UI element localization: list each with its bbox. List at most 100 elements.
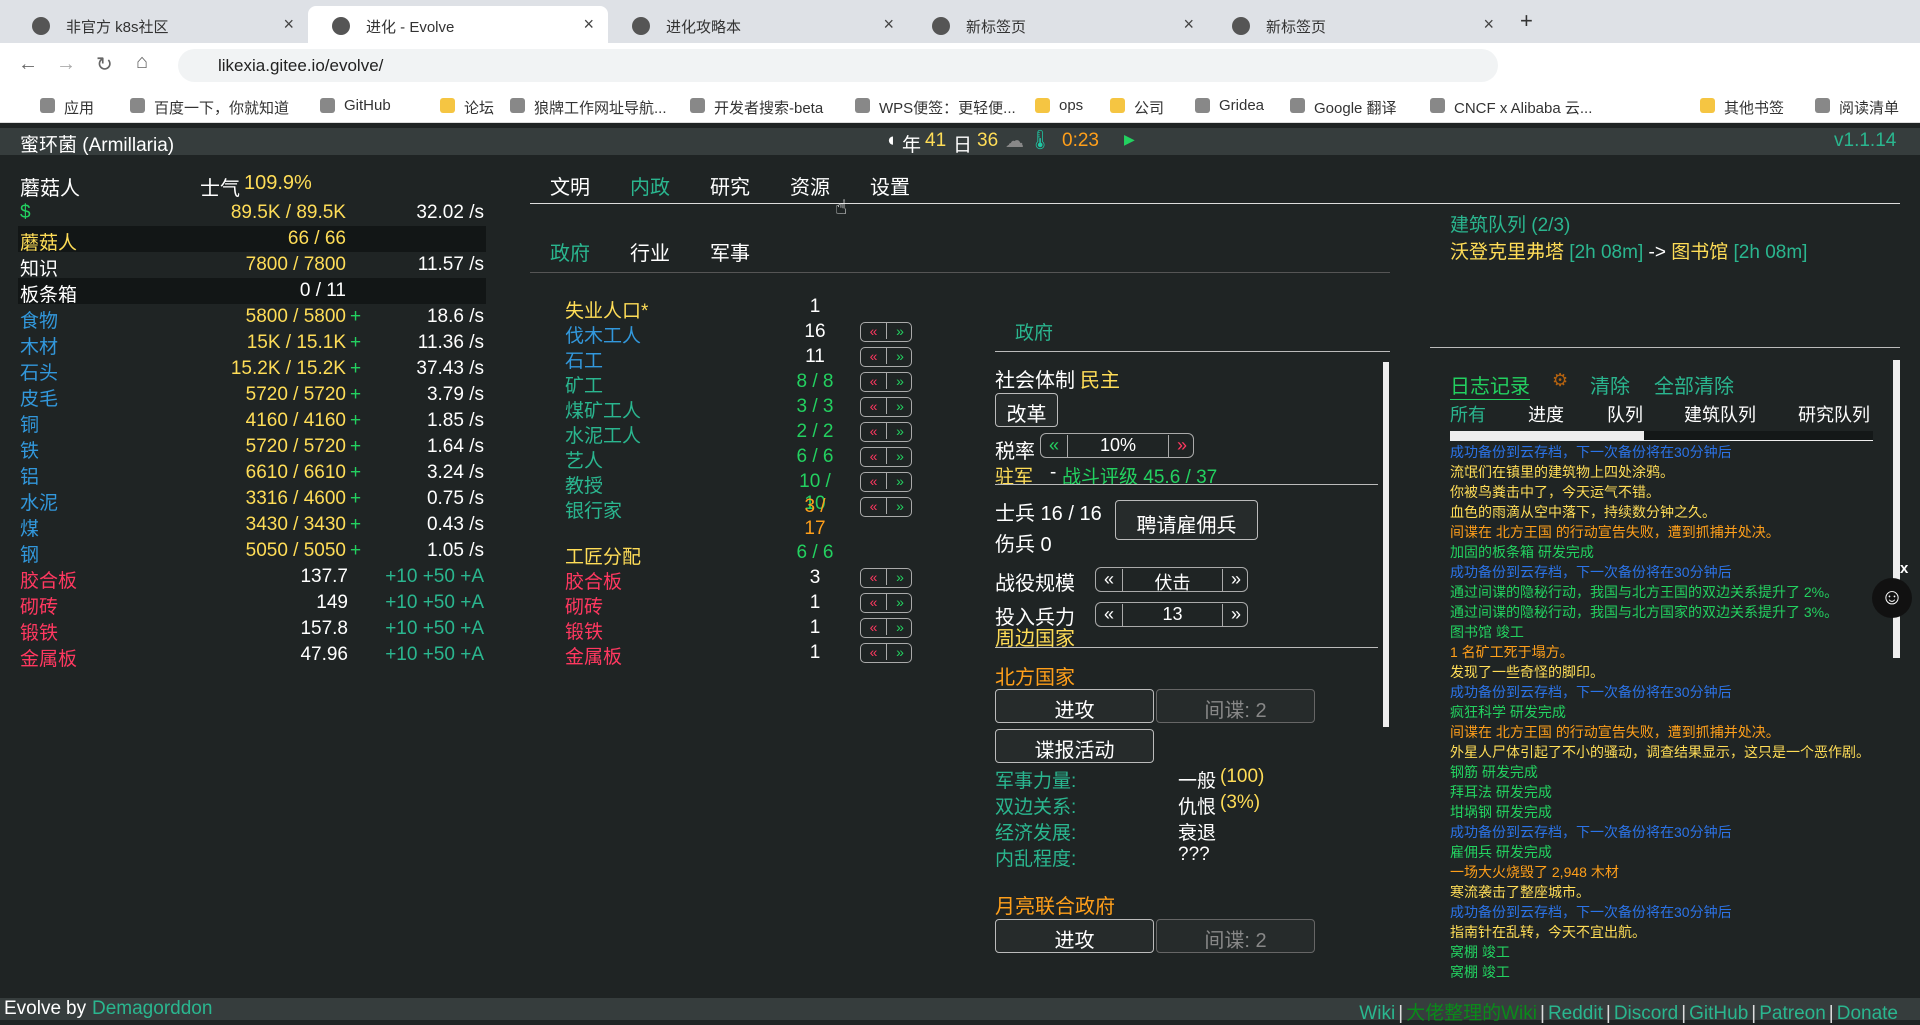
footer-link[interactable]: GitHub (1689, 1003, 1748, 1024)
browser-tab[interactable]: 非官方 k8s社区 × (8, 6, 308, 43)
market-buy-button[interactable]: + (350, 436, 361, 458)
decrease-button[interactable]: « (861, 594, 887, 610)
queue-building[interactable]: 图书馆 (1671, 242, 1728, 263)
back-icon[interactable]: ← (18, 53, 38, 76)
log-tab[interactable]: 建筑队列 (1684, 401, 1756, 427)
bookmark[interactable]: 开发者搜索-beta (714, 97, 823, 118)
market-buy-button[interactable]: + (350, 332, 361, 354)
close-tab-icon[interactable]: × (583, 14, 594, 35)
decrease-button[interactable]: « (861, 398, 887, 414)
reload-icon[interactable]: ↻ (96, 52, 113, 77)
market-buy-button[interactable]: + (350, 384, 361, 406)
increase-button[interactable]: » (887, 423, 913, 439)
footer-link[interactable]: 大佬整理的Wiki (1406, 1003, 1537, 1024)
bookmark[interactable]: CNCF x Alibaba 云... (1454, 97, 1592, 118)
footer-link[interactable]: Wiki (1359, 1003, 1395, 1024)
close-tab-icon[interactable]: × (1183, 14, 1194, 35)
decrease-button[interactable]: « (861, 348, 887, 364)
attack-button[interactable]: 进攻 (995, 919, 1154, 953)
sub-tab[interactable]: 行业 (630, 237, 670, 266)
espionage-button[interactable]: 谍报活动 (995, 729, 1154, 763)
market-buy-button[interactable]: + (350, 488, 361, 510)
bookmark[interactable]: Gridea (1219, 97, 1264, 114)
url-input[interactable]: likexia.gitee.io/evolve/ (178, 49, 1498, 82)
clear-all-log-button[interactable]: 全部清除 (1654, 370, 1734, 399)
sub-tab[interactable]: 政府 (550, 237, 590, 266)
attack-button[interactable]: 进攻 (995, 689, 1154, 723)
footer-link[interactable]: Patreon (1759, 1003, 1826, 1024)
bookmark[interactable]: 百度一下，你就知道 (154, 97, 289, 118)
increase-button[interactable]: » (887, 644, 913, 660)
campaign-stepper[interactable]: « 伏击 » (1095, 567, 1249, 593)
increase-button[interactable]: » (887, 448, 913, 464)
increase-button[interactable]: » (887, 473, 913, 489)
troops-stepper[interactable]: « 13 » (1095, 602, 1248, 627)
hire-mercenary-button[interactable]: 聘请雇佣兵 (1115, 500, 1258, 540)
craft-buttons[interactable]: +10 +50 +A (385, 644, 484, 666)
decrease-button[interactable]: « (861, 373, 887, 389)
spy-button[interactable]: 间谍: 2 (1156, 689, 1315, 723)
browser-tab[interactable]: 新标签页 × (1208, 6, 1508, 43)
market-buy-button[interactable]: + (350, 358, 361, 380)
sub-tab[interactable]: 军事 (710, 237, 750, 266)
mascot-icon[interactable]: ☺ (1872, 578, 1912, 618)
bookmark[interactable]: 论坛 (464, 97, 494, 118)
queue-building[interactable]: 沃登克里弗塔 (1450, 242, 1564, 263)
campaign-decrease-button[interactable]: « (1096, 569, 1122, 590)
increase-button[interactable]: » (887, 323, 913, 339)
clear-log-button[interactable]: 清除 (1590, 370, 1630, 399)
build-queue-title[interactable]: 建筑队列 (2/3) (1450, 210, 1570, 237)
troops-increase-button[interactable]: » (1223, 604, 1249, 625)
bookmark[interactable]: 其他书签 (1724, 97, 1784, 118)
tax-decrease-button[interactable]: « (1041, 435, 1067, 456)
decrease-button[interactable]: « (861, 323, 887, 339)
craft-buttons[interactable]: +10 +50 +A (385, 592, 484, 614)
tax-stepper[interactable]: « 10% » (1040, 433, 1194, 458)
footer-link[interactable]: Reddit (1548, 1003, 1603, 1024)
decrease-button[interactable]: « (861, 644, 887, 660)
decrease-button[interactable]: « (861, 619, 887, 635)
market-buy-button[interactable]: + (350, 462, 361, 484)
home-icon[interactable]: ⌂ (136, 51, 148, 74)
gov-scrollbar[interactable] (1383, 362, 1389, 727)
troops-decrease-button[interactable]: « (1096, 604, 1122, 625)
close-mascot-icon[interactable]: x (1900, 560, 1908, 577)
decrease-button[interactable]: « (861, 448, 887, 464)
browser-tab[interactable]: 进化 - Evolve × (308, 6, 608, 43)
log-tab[interactable]: 所有 (1450, 401, 1486, 427)
campaign-increase-button[interactable]: » (1223, 569, 1249, 590)
increase-button[interactable]: » (887, 498, 913, 514)
increase-button[interactable]: » (887, 373, 913, 389)
bookmark[interactable]: 应用 (64, 97, 94, 118)
bookmark[interactable]: 公司 (1134, 97, 1164, 118)
close-tab-icon[interactable]: × (1483, 14, 1494, 35)
spy-button[interactable]: 间谍: 2 (1156, 919, 1315, 953)
browser-tab[interactable]: 新标签页 × (908, 6, 1208, 43)
reform-button[interactable]: 改革 (995, 393, 1058, 427)
decrease-button[interactable]: « (861, 423, 887, 439)
increase-button[interactable]: » (887, 569, 913, 585)
main-tab[interactable]: 内政 (630, 171, 670, 200)
log-tab[interactable]: 进度 (1528, 401, 1564, 427)
bookmark[interactable]: ops (1059, 97, 1083, 114)
craft-buttons[interactable]: +10 +50 +A (385, 618, 484, 640)
main-tab[interactable]: 研究 (710, 171, 750, 200)
market-buy-button[interactable]: + (350, 514, 361, 536)
play-icon[interactable]: ▶ (1124, 131, 1135, 148)
decrease-button[interactable]: « (861, 498, 887, 514)
tax-increase-button[interactable]: » (1169, 435, 1195, 456)
market-buy-button[interactable]: + (350, 410, 361, 432)
decrease-button[interactable]: « (861, 569, 887, 585)
bookmark[interactable]: 狼牌工作网址导航... (534, 97, 667, 118)
increase-button[interactable]: » (887, 619, 913, 635)
craft-buttons[interactable]: +10 +50 +A (385, 566, 484, 588)
market-buy-button[interactable]: + (350, 540, 361, 562)
forward-icon[interactable]: → (56, 53, 76, 76)
gear-icon[interactable]: ⚙ (1552, 370, 1568, 391)
bookmark[interactable]: WPS便签：更轻便... (879, 97, 1016, 118)
main-tab[interactable]: 文明 (550, 171, 590, 200)
bookmark[interactable]: 阅读清单 (1839, 97, 1899, 118)
close-tab-icon[interactable]: × (283, 14, 294, 35)
browser-tab[interactable]: 进化攻略本 × (608, 6, 908, 43)
increase-button[interactable]: » (887, 398, 913, 414)
